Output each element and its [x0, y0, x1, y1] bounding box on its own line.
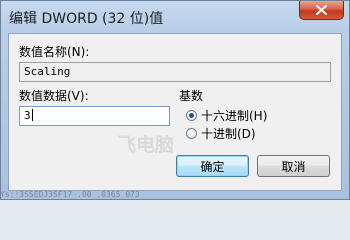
value-data-text: 3 [24, 109, 31, 122]
radio-unchecked-icon [186, 128, 197, 139]
watermark-text: 飞电脑 [117, 134, 175, 156]
close-button[interactable] [299, 1, 344, 20]
dialog-title: 编辑 DWORD (32 位)值 [9, 11, 164, 27]
radio-hexadecimal-label: 十六进制(H) [201, 109, 268, 123]
base-group-label: 基数 [179, 89, 204, 103]
text-caret [31, 109, 33, 121]
dialog-window: 编辑 DWORD (32 位)值 数值名称(N): Scaling 数值数据(V… [0, 0, 350, 200]
value-data-label: 数值数据(V): [19, 89, 89, 103]
value-name-text: Scaling [24, 65, 71, 78]
value-name-field: Scaling [19, 62, 331, 82]
title-bar[interactable]: 编辑 DWORD (32 位)值 [1, 1, 349, 33]
radio-checked-icon [186, 110, 197, 121]
radio-decimal-label: 十进制(D) [201, 127, 256, 141]
radio-hexadecimal[interactable]: 十六进制(H) [186, 107, 267, 124]
dialog-body: 数值名称(N): Scaling 数值数据(V): 3 基数 十六进制(H) 十… [8, 33, 342, 191]
cancel-button[interactable]: 取消 [257, 155, 330, 177]
close-icon [316, 5, 327, 15]
value-data-input[interactable]: 3 [19, 106, 170, 126]
value-name-label: 数值名称(N): [19, 45, 90, 59]
ok-button[interactable]: 确定 [176, 155, 249, 177]
radio-decimal[interactable]: 十进制(D) [186, 125, 256, 142]
background-text-strip: Ys:!3SSEDJ3SF17 .00 .0365 073 [0, 190, 140, 199]
